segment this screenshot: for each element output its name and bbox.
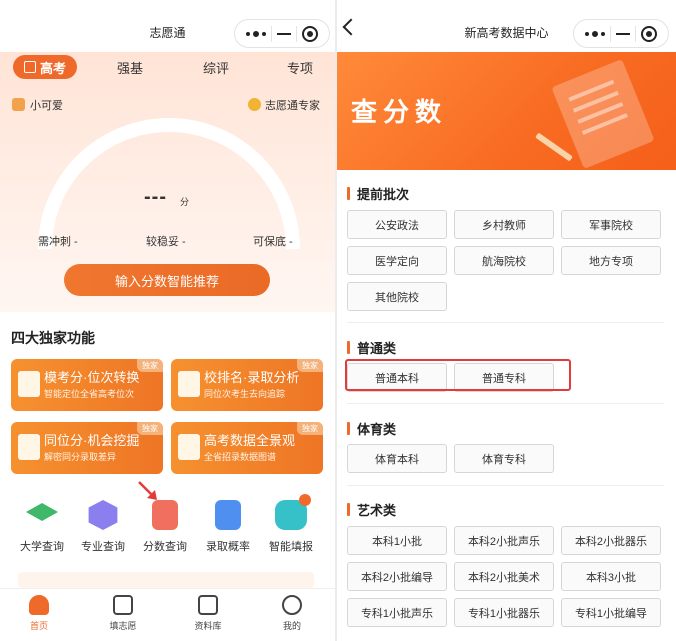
chip-sports-0[interactable]: 体育本科 bbox=[347, 444, 447, 473]
chip-arts-7[interactable]: 专科1小批器乐 bbox=[454, 598, 554, 627]
tab-qiangji[interactable]: 强基 bbox=[98, 55, 162, 79]
notice-strip bbox=[18, 572, 314, 588]
exclusive-badge: 独家 bbox=[297, 422, 323, 435]
section-title-general: 普通类 bbox=[347, 338, 396, 357]
service-probability[interactable]: 录取概率 bbox=[196, 500, 260, 554]
expert-link[interactable]: 志愿通专家 bbox=[265, 97, 320, 113]
service-major[interactable]: 专业查询 bbox=[71, 500, 135, 554]
more-icon[interactable] bbox=[584, 30, 605, 37]
chip-early-3[interactable]: 医学定向 bbox=[347, 246, 447, 275]
nav-home[interactable]: 首页 bbox=[9, 595, 69, 632]
rank-chart-icon bbox=[18, 371, 40, 397]
gauge-label-safe: 可保底 - bbox=[253, 236, 293, 248]
more-icon[interactable] bbox=[245, 30, 266, 37]
left-title-bar: 志愿通 bbox=[0, 0, 335, 52]
right-title-bar: 新高考数据中心 bbox=[337, 0, 676, 52]
home-icon bbox=[29, 595, 49, 615]
exclusive-badge: 独家 bbox=[297, 359, 323, 372]
red-highlight-annotation bbox=[345, 359, 571, 391]
section-title-arts: 艺术类 bbox=[347, 500, 396, 519]
chip-arts-3[interactable]: 本科2小批编导 bbox=[347, 562, 447, 591]
exclusive-badge: 独家 bbox=[137, 422, 163, 435]
tab-zhuanxiang[interactable]: 专项 bbox=[268, 55, 332, 79]
feature-card-score-rank[interactable]: 模考分·位次转换 智能定位全省高考位次 独家 bbox=[11, 359, 163, 411]
user-name: 小可爱 bbox=[30, 100, 63, 112]
tab-zongping[interactable]: 综评 bbox=[184, 55, 248, 79]
expert-badge-icon bbox=[248, 98, 261, 111]
service-smart-fill[interactable]: 智能填报 bbox=[259, 500, 323, 554]
exclusive-badge: 独家 bbox=[137, 359, 163, 372]
chip-arts-5[interactable]: 本科3小批 bbox=[561, 562, 661, 591]
chip-early-5[interactable]: 地方专项 bbox=[561, 246, 661, 275]
major-hexagon-icon bbox=[88, 500, 118, 530]
right-mini-capsule[interactable] bbox=[573, 19, 669, 48]
chip-sports-1[interactable]: 体育专科 bbox=[454, 444, 554, 473]
minimize-icon[interactable] bbox=[276, 32, 291, 35]
chip-arts-0[interactable]: 本科1小批 bbox=[347, 526, 447, 555]
nav-library[interactable]: 资料库 bbox=[178, 595, 238, 632]
chip-arts-2[interactable]: 本科2小批器乐 bbox=[561, 526, 661, 555]
download-doc-icon bbox=[198, 595, 218, 615]
nav-fill[interactable]: 填志愿 bbox=[93, 595, 153, 632]
edit-form-icon bbox=[113, 595, 133, 615]
chip-early-0[interactable]: 公安政法 bbox=[347, 210, 447, 239]
minimize-icon[interactable] bbox=[615, 32, 630, 35]
chip-arts-1[interactable]: 本科2小批声乐 bbox=[454, 526, 554, 555]
section-title-early: 提前批次 bbox=[347, 184, 409, 203]
chip-arts-4[interactable]: 本科2小批美术 bbox=[454, 562, 554, 591]
right-screen: 新高考数据中心 查分数 提前批次 公安政法 乡村教师 军事院校 医学定向 航海院… bbox=[337, 0, 676, 641]
gauge-label-stable: 较稳妥 - bbox=[146, 236, 186, 248]
feature-card-same-score[interactable]: 同位分·机会挖掘 解密同分录取差异 独家 bbox=[11, 422, 163, 474]
profile-face-icon bbox=[282, 595, 302, 615]
section-title-sports: 体育类 bbox=[347, 419, 396, 438]
predict-button[interactable]: 输入分数智能推荐 bbox=[64, 264, 270, 296]
chip-arts-8[interactable]: 专科1小批编导 bbox=[561, 598, 661, 627]
school-rank-icon bbox=[178, 371, 200, 397]
gauge-label-reach: 需冲刺 - bbox=[38, 236, 78, 248]
exam-type-tabs: 高考 强基 综评 专项 bbox=[0, 55, 335, 81]
bottom-nav: 首页 填志愿 资料库 我的 bbox=[0, 588, 335, 641]
query-banner: 查分数 bbox=[337, 52, 676, 170]
clipboard-check-icon bbox=[215, 500, 241, 530]
chip-early-1[interactable]: 乡村教师 bbox=[454, 210, 554, 239]
tab-gaokao[interactable]: 高考 bbox=[13, 55, 77, 79]
feature-card-data-panorama[interactable]: 高考数据全景观 全省招录数据图谱 独家 bbox=[171, 422, 323, 474]
score-value: --- bbox=[144, 186, 167, 208]
chip-early-2[interactable]: 军事院校 bbox=[561, 210, 661, 239]
banner-title: 查分数 bbox=[351, 97, 448, 127]
score-unit: 分 bbox=[180, 197, 190, 207]
edit-icon bbox=[23, 61, 36, 73]
chip-early-4[interactable]: 航海院校 bbox=[454, 246, 554, 275]
pencil-illustration bbox=[535, 132, 573, 162]
close-target-icon[interactable] bbox=[302, 25, 319, 42]
opportunity-icon bbox=[18, 434, 40, 460]
features-title: 四大独家功能 bbox=[11, 330, 95, 346]
service-university[interactable]: 大学查询 bbox=[10, 500, 74, 554]
nav-mine[interactable]: 我的 bbox=[262, 595, 322, 632]
left-mini-capsule[interactable] bbox=[234, 19, 330, 48]
service-score[interactable]: 分数查询 bbox=[133, 500, 197, 554]
red-arrow-annotation bbox=[138, 481, 157, 500]
chip-arts-6[interactable]: 专科1小批声乐 bbox=[347, 598, 447, 627]
user-avatar-icon bbox=[12, 98, 25, 111]
hot-badge-icon bbox=[299, 494, 311, 506]
score-doc-icon bbox=[152, 500, 178, 530]
data-panorama-icon bbox=[178, 434, 200, 460]
close-target-icon[interactable] bbox=[641, 25, 658, 42]
feature-card-school-rank[interactable]: 校排名·录取分析 同位次考生去向追踪 独家 bbox=[171, 359, 323, 411]
graduation-cap-icon bbox=[26, 503, 58, 521]
left-screen: 志愿通 高考 强基 综评 专项 小可爱 志愿通专家 --- 分 需冲刺 - 较稳… bbox=[0, 0, 335, 641]
chip-early-6[interactable]: 其他院校 bbox=[347, 282, 447, 311]
